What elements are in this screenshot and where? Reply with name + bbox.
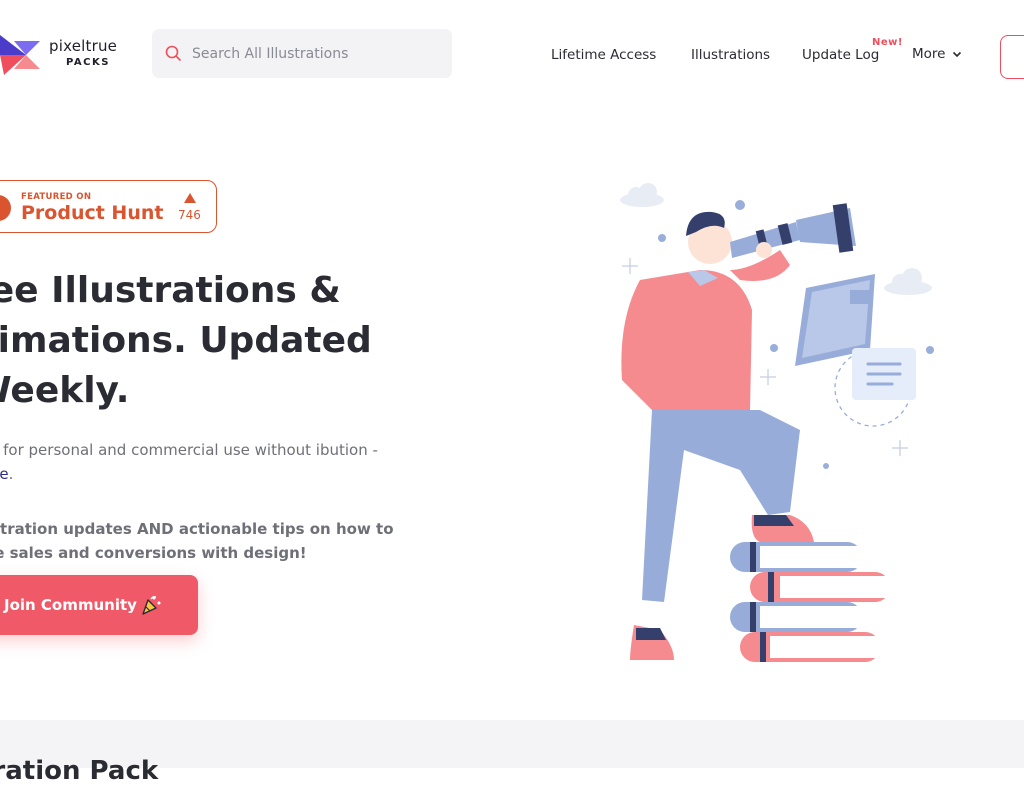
hero-description: to use for personal and commercial use w… bbox=[0, 438, 392, 486]
party-popper-icon bbox=[142, 596, 161, 615]
search-bar[interactable] bbox=[152, 29, 452, 78]
nav-lifetime-access[interactable]: Lifetime Access bbox=[551, 47, 656, 63]
hero-illustration bbox=[620, 183, 934, 662]
product-hunt-logo-icon bbox=[0, 195, 11, 221]
book-stack bbox=[730, 542, 890, 662]
hero-headline: ree Illustrations & nimations. Updated W… bbox=[0, 270, 372, 411]
ph-featured-label: FEATURED ON bbox=[21, 192, 92, 202]
search-input[interactable] bbox=[190, 41, 444, 67]
chevron-down-icon[interactable] bbox=[952, 51, 962, 58]
join-community-button[interactable]: Join Community bbox=[0, 575, 198, 635]
header-cta-button[interactable] bbox=[1000, 35, 1024, 79]
brand-sub: PACKS bbox=[66, 57, 110, 68]
brand-name: pixeltrue bbox=[49, 37, 118, 55]
nav-more[interactable]: More bbox=[912, 46, 945, 62]
section-heading: tration Pack bbox=[0, 756, 159, 786]
upvote-arrow-icon bbox=[184, 193, 196, 203]
new-badge: New! bbox=[872, 37, 903, 48]
telescope bbox=[730, 203, 856, 258]
product-hunt-badge[interactable]: FEATURED ON Product Hunt 746 bbox=[0, 180, 217, 233]
logo[interactable]: pixeltrue PACKS bbox=[0, 33, 130, 77]
hero-bold-text: illustration updates AND actionable tips… bbox=[0, 520, 394, 562]
nav-illustrations[interactable]: Illustrations bbox=[691, 47, 770, 63]
license-link[interactable]: License bbox=[0, 465, 9, 483]
ph-name: Product Hunt bbox=[21, 202, 164, 224]
search-icon bbox=[165, 45, 181, 61]
nav-update-log[interactable]: Update Log bbox=[802, 47, 879, 63]
pixeltrue-logo-icon bbox=[0, 35, 40, 75]
desc-end: . bbox=[8, 465, 14, 483]
desc-text: to use for personal and commercial use w… bbox=[0, 441, 378, 459]
join-label: Join Community bbox=[4, 596, 137, 614]
illustration-packs-section: tration Pack bbox=[0, 720, 1024, 786]
ph-upvote-count: 746 bbox=[178, 208, 201, 222]
